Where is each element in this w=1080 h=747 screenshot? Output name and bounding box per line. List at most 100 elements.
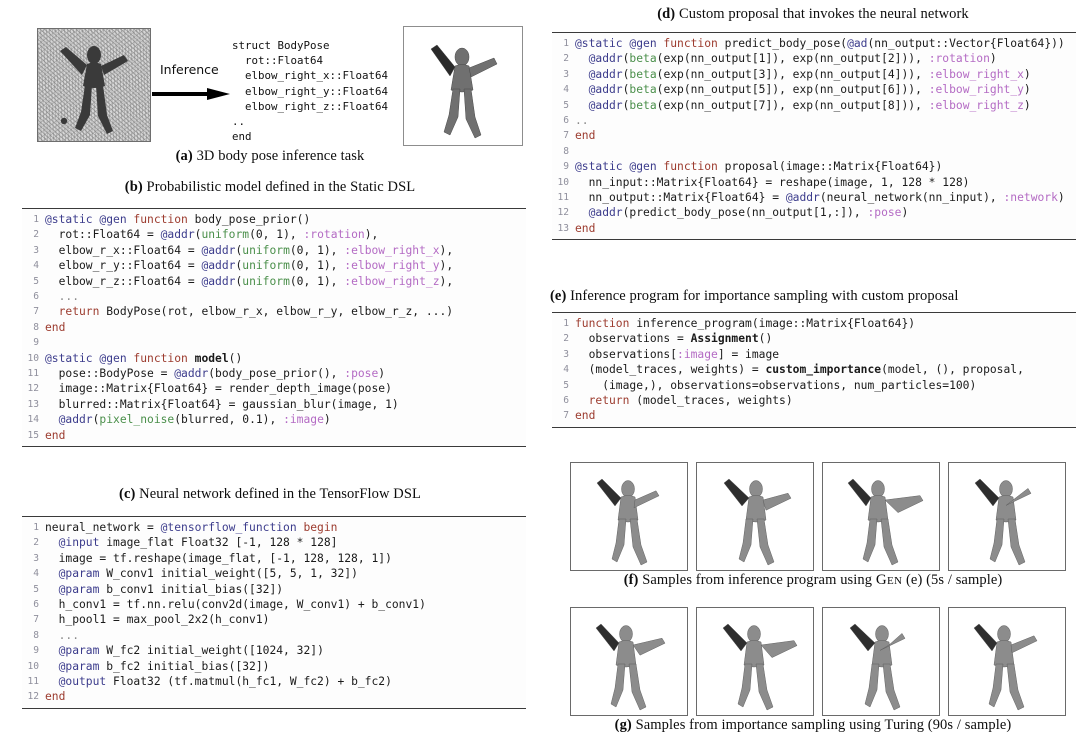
code-token: @param [45, 567, 100, 581]
code-token: b_conv1 initial_bias([32]) [99, 582, 284, 596]
code-token: h_pool1 = max_pool_2x2(h_conv1) [45, 613, 270, 627]
code-line-text: function inference_program(image::Matrix… [575, 316, 915, 331]
code-line: 7 end [552, 408, 1076, 423]
code-token: :elbow_right_x [344, 243, 440, 257]
code-line-number: 3 [563, 348, 569, 360]
code-token: ) [1023, 98, 1031, 112]
code-token: nn_input::Matrix{Float64} = reshape(imag… [575, 175, 970, 189]
code-token: beta [629, 52, 657, 66]
code-token: blurred::Matrix{Float64} = gaussian_blur… [45, 397, 399, 411]
code-line: 5 @param b_conv1 initial_bias([32]) [22, 582, 526, 597]
code-line-text: return (model_traces, weights) [575, 393, 793, 408]
code-line: 7 end [552, 128, 1076, 143]
code-token: @addr [575, 67, 623, 81]
code-line: 11 pose::BodyPose = @addr(body_pose_prio… [22, 366, 526, 381]
code-token: rot::Float64 = [45, 228, 161, 242]
code-token: uniform [242, 274, 290, 288]
code-line: 12 image::Matrix{Float64} = render_depth… [22, 381, 526, 396]
code-token: b_fc2 initial_bias([32]) [99, 659, 270, 673]
code-token: ), [364, 228, 379, 242]
sample-thumbnail [948, 462, 1066, 571]
caption-d-text: Custom proposal that invokes the neural … [675, 6, 969, 22]
code-line: 8 ... [22, 628, 526, 643]
code-line: 12 @addr(predict_body_pose(nn_output[1,:… [552, 205, 1076, 220]
code-line-text: @addr(beta(exp(nn_output[7]), exp(nn_out… [575, 98, 1031, 113]
code-line: 8 end [22, 320, 526, 335]
code-line: 9 @static @gen function proposal(image::M… [552, 159, 1076, 174]
caption-f-post: (e) (5s / sample) [902, 572, 1003, 588]
code-token: end [45, 690, 66, 704]
code-line-text: @addr(beta(exp(nn_output[5]), exp(nn_out… [575, 82, 1031, 97]
code-token: function [133, 213, 188, 226]
code-line-number: 12 [27, 383, 39, 395]
code-line: 15 end [22, 428, 526, 443]
code-line-text: @param b_conv1 initial_bias([32]) [45, 582, 283, 597]
code-token: h_conv1 = tf.nn.relu(conv2d(image, W_con… [45, 598, 426, 612]
code-token: @addr [575, 83, 623, 97]
code-token: function [663, 37, 718, 50]
code-line-text: image = tf.reshape(image_flat, [-1, 128,… [45, 551, 392, 566]
code-token: :elbow_right_z [928, 98, 1024, 112]
caption-a: (a) 3D body pose inference task [0, 148, 540, 165]
code-token: ... [45, 290, 80, 304]
code-token: @addr [201, 259, 236, 273]
code-line: 14 @addr(pixel_noise(blurred, 0.1), :ima… [22, 412, 526, 427]
code-token: @param [45, 659, 100, 673]
code-token: @param [45, 582, 100, 596]
code-token: :image [283, 413, 324, 427]
code-line: 2 @addr(beta(exp(nn_output[1]), exp(nn_o… [552, 51, 1076, 66]
caption-e: (e) Inference program for importance sam… [546, 288, 1080, 305]
code-line-number: 5 [563, 379, 569, 391]
code-block-c: 1 neural_network = @tensorflow_function b… [22, 516, 526, 709]
code-token: .. [575, 114, 589, 128]
code-token: proposal(image::Matrix{Float64}) [717, 160, 943, 174]
code-token: predict_body_pose( [717, 37, 848, 50]
code-token: custom_importance [765, 363, 882, 377]
code-token: () [228, 351, 243, 365]
code-token: return [575, 394, 630, 408]
code-token: (0, 1), [249, 228, 304, 242]
code-line-text: observations[:image] = image [575, 347, 779, 362]
caption-b: (b) Probabilistic model defined in the S… [0, 179, 540, 196]
code-line-text: rot::Float64 = @addr(uniform(0, 1), :rot… [45, 227, 379, 242]
code-token: :elbow_right_x [928, 67, 1024, 81]
sample-thumbnail [822, 462, 940, 571]
code-line-number: 2 [33, 229, 39, 241]
code-token: :image [677, 347, 718, 361]
code-line-number: 6 [33, 599, 39, 611]
code-token: beta [629, 67, 657, 81]
code-token: image = tf.reshape(image_flat, [-1, 128,… [45, 551, 392, 565]
code-token: :pose [867, 206, 902, 220]
code-line-number: 7 [33, 306, 39, 318]
code-token: :pose [344, 367, 379, 381]
code-line-number: 6 [563, 115, 569, 127]
code-token: nn_output::Matrix{Float64} = [575, 191, 786, 205]
code-line-text: @static @gen function model() [45, 351, 242, 366]
code-line-number: 7 [33, 614, 39, 626]
code-token: @tensorflow_function [160, 521, 297, 534]
code-line: 4 elbow_r_y::Float64 = @addr(uniform(0, … [22, 258, 526, 273]
code-token: @addr [174, 367, 209, 381]
code-line-number: 15 [27, 429, 39, 441]
code-line-number: 8 [33, 321, 39, 333]
code-token: ), [439, 259, 454, 273]
code-token: return [45, 305, 100, 319]
code-token: Assignment [690, 332, 759, 346]
code-token: function [575, 317, 630, 330]
code-line: 3 image = tf.reshape(image_flat, [-1, 12… [22, 551, 526, 566]
code-line-number: 4 [33, 260, 39, 272]
code-token: @addr [785, 191, 820, 205]
caption-a-text: 3D body pose inference task [192, 148, 365, 164]
code-token: :network [1003, 191, 1058, 205]
code-token: uniform [242, 243, 290, 257]
sample-thumbnail [822, 607, 940, 716]
code-line: 5 @addr(beta(exp(nn_output[7]), exp(nn_o… [552, 98, 1076, 113]
code-token: :rotation [928, 52, 990, 66]
code-line: 9 [22, 335, 526, 350]
code-token: ), [439, 243, 454, 257]
code-token: function [133, 351, 188, 365]
code-token: (predict_body_pose(nn_output[1,:]), [622, 206, 868, 220]
code-line-text: ... [45, 628, 79, 643]
code-token: image_flat Float32 [-1, 128 * 128] [99, 536, 338, 550]
code-token: @output [45, 675, 107, 689]
